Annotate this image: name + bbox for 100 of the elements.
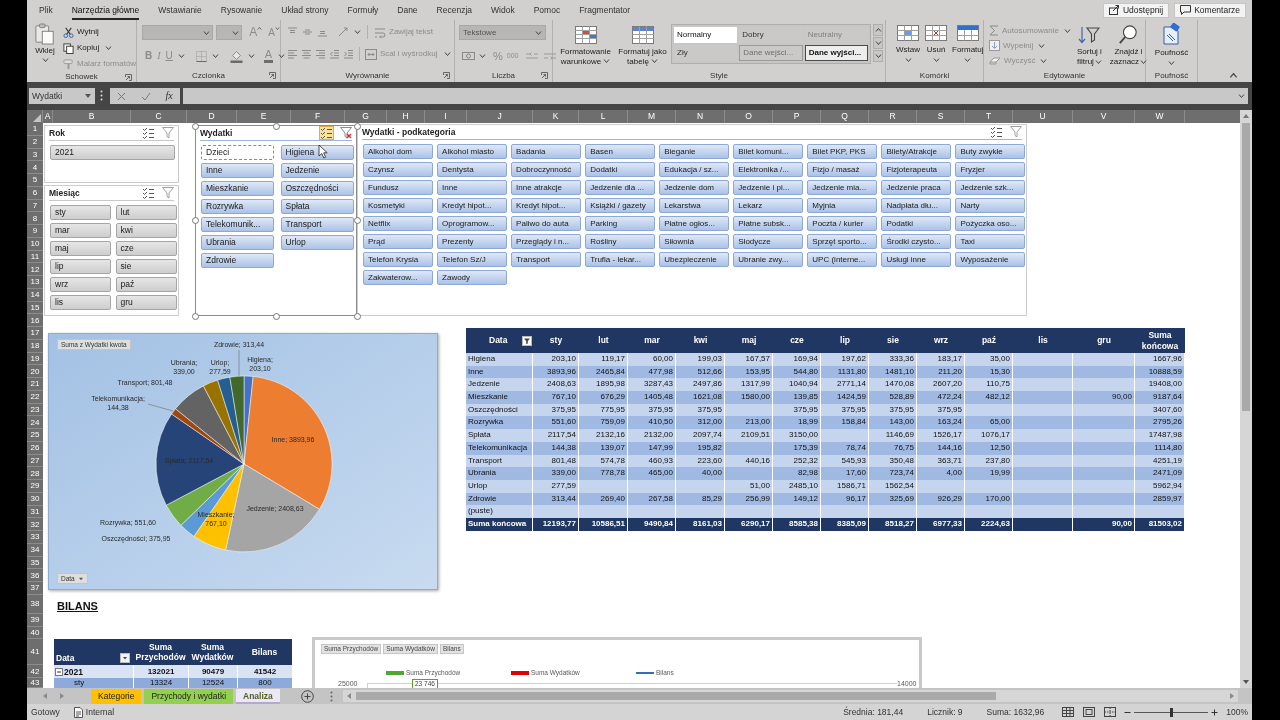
cut-button[interactable]: Wytnij (63, 25, 137, 39)
slicer-item[interactable]: Basen (585, 144, 656, 159)
cell-style[interactable]: Normalny (674, 27, 738, 43)
slicer-item[interactable]: UPC (interne... (807, 252, 878, 267)
resize-handle[interactable] (353, 312, 361, 320)
slicer-item[interactable]: sie (115, 259, 177, 274)
slicer-item[interactable]: Jedzenie (280, 163, 354, 178)
next-sheet-icon[interactable] (59, 692, 65, 700)
borders-icon[interactable] (195, 50, 207, 62)
slicer-item[interactable]: Mieszkanie (201, 181, 274, 196)
slicer-item[interactable]: Zakwaterow... (363, 270, 433, 285)
slicer-item[interactable]: Fizjoterapeuta (881, 162, 952, 177)
resize-handle[interactable] (191, 312, 199, 320)
align-right-icon[interactable] (315, 49, 326, 59)
zoom-in-icon[interactable] (1211, 708, 1219, 716)
slicer-item[interactable]: Środki czysto... (881, 234, 952, 249)
slicer-item[interactable]: Telefon Krysia (363, 252, 433, 267)
slicer-item[interactable]: Netflix (363, 216, 433, 231)
slicer-item[interactable]: Parking (585, 216, 656, 231)
slicer-item[interactable]: lut (115, 205, 177, 220)
vertical-scrollbar[interactable] (1240, 110, 1252, 688)
ribbon-tab[interactable]: Plik (39, 0, 53, 20)
slicer-item[interactable]: Telefon Sz/J (437, 252, 508, 267)
clear-filter-icon[interactable] (162, 187, 174, 199)
cell-style[interactable]: Dane wyjści... (804, 45, 868, 61)
scroll-thumb[interactable] (1242, 123, 1250, 411)
collapse-icon[interactable] (55, 667, 63, 676)
formula-input[interactable] (183, 88, 1248, 104)
slicer-item[interactable]: Elektronika /... (733, 162, 804, 177)
gallery-scroll-button[interactable] (873, 50, 883, 62)
slicer-item[interactable]: Transport (280, 217, 354, 232)
enter-icon[interactable] (140, 91, 151, 101)
scroll-right-icon[interactable] (1228, 692, 1235, 700)
slicer-item[interactable]: mar (50, 223, 111, 238)
slicer-item[interactable]: Rozrywka (201, 199, 274, 214)
slicer-item[interactable]: Bilet komuni... (733, 144, 804, 159)
ribbon-tab[interactable]: Rysowanie (220, 0, 263, 20)
resize-handle[interactable] (272, 123, 280, 130)
format-button[interactable]: Formatuj (952, 25, 984, 69)
slicer-item[interactable]: Telekomunik... (201, 217, 274, 232)
multi-select-icon[interactable] (990, 126, 1003, 138)
zoom-thumb[interactable] (1170, 707, 1174, 717)
slicer-item[interactable]: Narty (955, 198, 1026, 213)
clear-filter-icon[interactable] (162, 127, 174, 139)
slicer-item[interactable]: Alkohol dom (363, 144, 433, 159)
slicer-item[interactable]: wrz (50, 277, 111, 292)
slicer-item[interactable]: Jedzenie dom (659, 180, 730, 195)
font-size-field[interactable] (216, 25, 243, 40)
slicer-item[interactable]: lip (50, 259, 111, 274)
page-break-view-icon[interactable] (1104, 707, 1117, 717)
slicer-item[interactable]: Wyposażenie (955, 252, 1026, 267)
ribbon-tab[interactable]: Układ strony (281, 0, 329, 20)
sheet-tab[interactable]: Kategorie (91, 688, 142, 704)
slicer-item[interactable]: Książki / gazety (585, 198, 656, 213)
slicer-item[interactable]: gru (115, 295, 177, 310)
name-box[interactable]: Wydatki (29, 88, 95, 104)
gallery-scroll-button[interactable] (873, 37, 883, 49)
dialog-launcher-icon[interactable] (125, 74, 132, 81)
expand-icon[interactable] (1238, 94, 1245, 98)
slicer-item[interactable]: Jedzenie szk... (955, 180, 1026, 195)
text-orientation-icon[interactable] (338, 27, 350, 37)
clear-filter-icon[interactable] (1010, 126, 1022, 138)
insert-function-button[interactable]: fx (165, 90, 173, 102)
slicer-item[interactable]: Edukacja / sz... (659, 162, 730, 177)
slicer-item[interactable]: Badania (511, 144, 582, 159)
resize-handle[interactable] (353, 123, 361, 130)
slicer-item[interactable]: Ubranie zwy... (733, 252, 804, 267)
filter-icon[interactable] (522, 335, 532, 346)
scroll-thumb[interactable] (355, 692, 996, 700)
slicer-item[interactable]: Fizjo / masaż (807, 162, 878, 177)
slicer-item[interactable]: Jedzenie praca (881, 180, 952, 195)
comments-button[interactable]: Komentarze (1174, 2, 1246, 18)
slicer-item[interactable]: Lekarstwa (659, 198, 730, 213)
multi-select-icon[interactable] (142, 187, 155, 199)
previous-sheet-icon[interactable] (42, 692, 48, 700)
dropdown-button[interactable] (120, 653, 130, 663)
copy-button[interactable]: Kopiuj (63, 41, 137, 55)
ribbon-tab[interactable]: Recenzja (436, 0, 473, 20)
slicer-item[interactable]: Jedzenie mia... (807, 180, 878, 195)
slicer-item[interactable]: Lekarz (733, 198, 804, 213)
splitter-icon[interactable] (329, 690, 333, 702)
slicer-item[interactable]: Usługi inne (881, 252, 952, 267)
resize-handle[interactable] (191, 217, 199, 224)
ribbon-tab[interactable]: Dane (397, 0, 418, 20)
slicer-item[interactable]: Alkohol miasto (437, 144, 508, 159)
slicer-item[interactable]: Dobroczynność (511, 162, 582, 177)
delete-button[interactable]: Usuń (925, 25, 947, 69)
slicer-item[interactable]: Ubezpieczenie (659, 252, 730, 267)
collapse-ribbon-icon[interactable] (1229, 73, 1238, 78)
slicer-item[interactable]: Kredyt hipot... (437, 198, 508, 213)
slicer-item[interactable]: Kosmetyki (363, 198, 433, 213)
ribbon-tab[interactable]: Wstawianie (158, 0, 202, 20)
slicer-item[interactable]: Fundusz (363, 180, 433, 195)
slicer-item[interactable]: Poczta / kurier (807, 216, 878, 231)
slicer-item[interactable]: Bilety/Atrakcje (881, 144, 952, 159)
page-layout-icon[interactable] (1083, 707, 1096, 717)
slicer-item[interactable]: Jedzenie dla ... (585, 180, 656, 195)
sort-filter-button[interactable]: Sortuj i filtruj (1073, 23, 1105, 69)
dialog-launcher-icon[interactable] (443, 72, 450, 79)
ribbon-tab[interactable]: Pomoc (533, 0, 561, 20)
